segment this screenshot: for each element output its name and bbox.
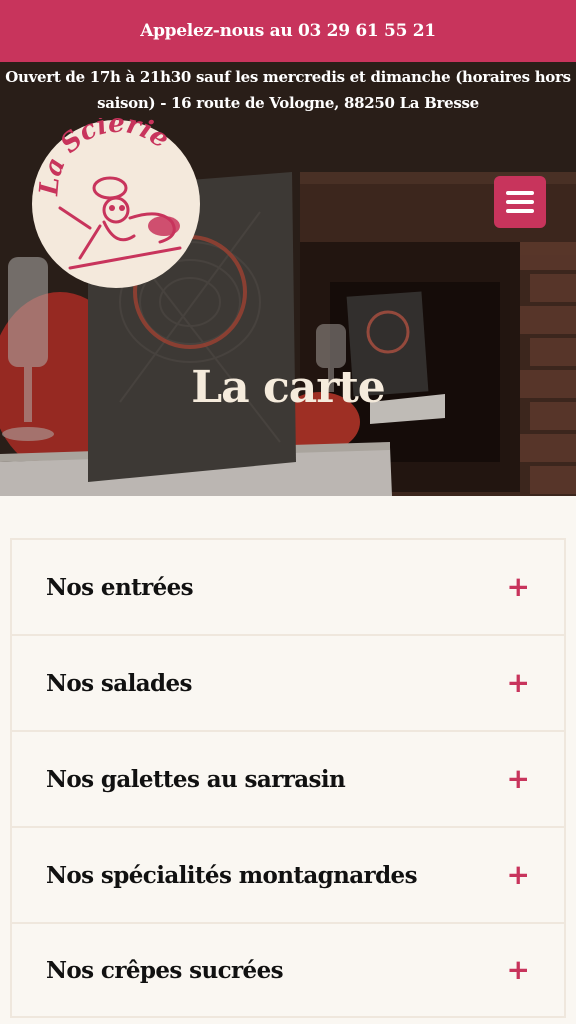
plus-icon[interactable]: +	[507, 861, 530, 889]
accordion-item-label: Nos galettes au sarrasin	[46, 765, 346, 793]
hamburger-icon-bar	[506, 200, 534, 204]
accordion-item-galettes[interactable]: Nos galettes au sarrasin +	[10, 730, 566, 826]
restaurant-logo[interactable]: La Scierie	[30, 109, 202, 290]
accordion-item-label: Nos entrées	[46, 573, 194, 601]
accordion-item-crepes[interactable]: Nos crêpes sucrées +	[10, 922, 566, 1018]
plus-icon[interactable]: +	[507, 956, 530, 984]
accordion-item-specialites[interactable]: Nos spécialités montagnardes +	[10, 826, 566, 922]
hamburger-icon-bar	[506, 209, 534, 213]
menu-accordion: Nos entrées + Nos salades + Nos galettes…	[10, 538, 566, 1018]
accordion-item-salades[interactable]: Nos salades +	[10, 634, 566, 730]
opening-hours-line-2: saison) - 16 route de Vologne, 88250 La …	[97, 94, 479, 112]
call-banner-text[interactable]: Appelez-nous au 03 29 61 55 21	[140, 21, 436, 41]
accordion-item-label: Nos spécialités montagnardes	[46, 861, 418, 889]
page-title: La carte	[191, 362, 386, 413]
accordion-item-entrees[interactable]: Nos entrées +	[10, 538, 566, 634]
plus-icon[interactable]: +	[507, 669, 530, 697]
hamburger-icon	[506, 191, 534, 195]
opening-hours: Ouvert de 17h à 21h30 sauf les mercredis…	[0, 62, 576, 118]
plus-icon[interactable]: +	[507, 765, 530, 793]
hamburger-menu-button[interactable]	[494, 176, 546, 228]
call-banner[interactable]: Appelez-nous au 03 29 61 55 21	[0, 0, 576, 62]
accordion-item-label: Nos crêpes sucrées	[46, 956, 284, 984]
accordion-item-label: Nos salades	[46, 669, 192, 697]
plus-icon[interactable]: +	[507, 573, 530, 601]
opening-hours-line-1: Ouvert de 17h à 21h30 sauf les mercredis…	[5, 68, 571, 86]
logo-image: La Scierie	[32, 109, 200, 288]
